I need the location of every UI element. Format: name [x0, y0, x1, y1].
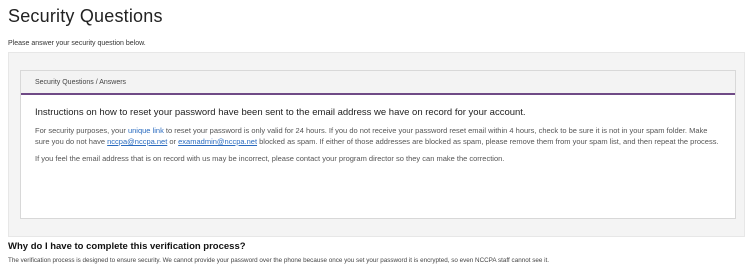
- email-link-examadmin[interactable]: examadmin@nccpa.net: [178, 137, 257, 146]
- para-text-3: or: [167, 137, 179, 146]
- reset-instructions-heading: Instructions on how to reset your passwo…: [35, 107, 526, 118]
- card-body: Instructions on how to reset your passwo…: [21, 95, 735, 164]
- page-title: Security Questions: [8, 6, 163, 26]
- unique-link-text: unique link: [127, 126, 164, 135]
- incorrect-email-paragraph: If you feel the email address that is on…: [35, 154, 505, 163]
- security-panel: Security Questions / Answers Instruction…: [8, 52, 745, 237]
- para-text-4: blocked as spam. If either of those addr…: [257, 137, 719, 146]
- para-text-1: For security purposes, your: [35, 126, 128, 135]
- why-explanation: The verification process is designed to …: [8, 257, 550, 264]
- why-heading: Why do I have to complete this verificat…: [8, 241, 246, 252]
- security-card: Security Questions / Answers Instruction…: [20, 70, 736, 219]
- security-info-paragraph: For security purposes, your unique link …: [35, 125, 721, 147]
- card-header: Security Questions / Answers: [21, 71, 735, 95]
- page-subtitle: Please answer your security question bel…: [8, 40, 146, 47]
- email-link-nccpa[interactable]: nccpa@nccpa.net: [107, 137, 167, 146]
